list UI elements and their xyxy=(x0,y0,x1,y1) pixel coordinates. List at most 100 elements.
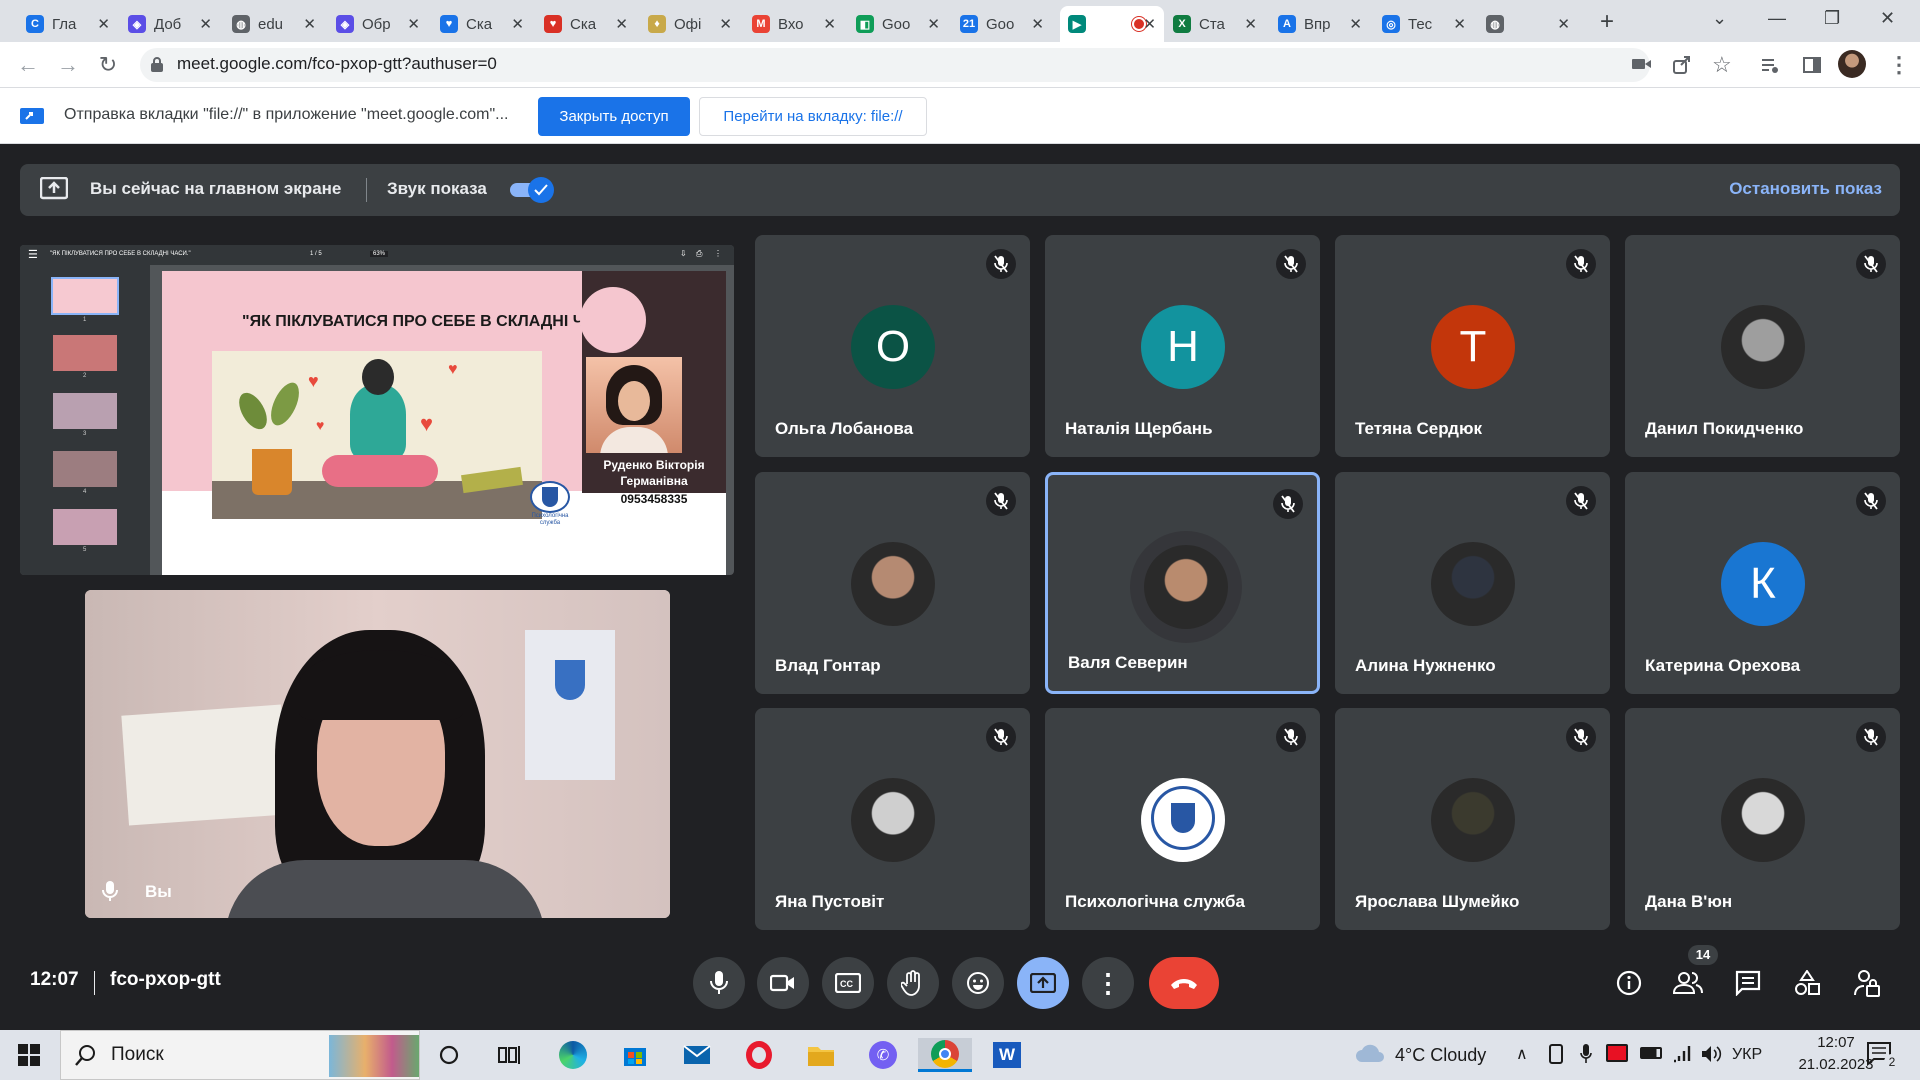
viber-icon[interactable]: ✆ xyxy=(866,1038,900,1072)
download-icon[interactable]: ⇩ xyxy=(680,249,687,258)
switch-tab-button[interactable]: Перейти на вкладку: file:// xyxy=(699,97,927,136)
tab-close-icon[interactable]: ✕ xyxy=(303,15,316,33)
tab-close-icon[interactable]: ✕ xyxy=(97,15,110,33)
participant-tile[interactable]: О Ольга Лобанова xyxy=(755,235,1030,457)
participant-tile[interactable]: Валя Северин xyxy=(1045,472,1320,694)
tab-close-icon[interactable]: ✕ xyxy=(511,15,524,33)
meeting-info-button[interactable] xyxy=(1611,965,1647,1001)
tab-close-icon[interactable]: ✕ xyxy=(407,15,420,33)
weather-text[interactable]: 4°C Cloudy xyxy=(1395,1045,1486,1066)
forward-icon[interactable]: → xyxy=(54,52,82,80)
chat-button[interactable] xyxy=(1730,965,1766,1001)
browser-tab[interactable]: C Гла ✕ xyxy=(18,6,118,42)
participant-tile[interactable]: Алина Нужненко xyxy=(1335,472,1610,694)
captions-button[interactable]: CC xyxy=(822,957,874,1009)
host-controls-button[interactable] xyxy=(1849,965,1885,1001)
media-control-icon[interactable] xyxy=(1760,55,1780,75)
menu-icon[interactable]: ⋮ xyxy=(1888,52,1910,78)
volume-icon[interactable] xyxy=(1700,1043,1722,1065)
maximize-icon[interactable]: ❐ xyxy=(1824,8,1840,29)
tab-close-icon[interactable]: ✕ xyxy=(823,15,836,33)
microphone-tray-icon[interactable] xyxy=(1580,1043,1592,1065)
browser-tab[interactable]: ♥ Ска ✕ xyxy=(432,6,532,42)
print-icon[interactable]: ⎙ xyxy=(696,249,702,259)
more-icon[interactable]: ⋮ xyxy=(714,249,722,258)
word-icon[interactable]: W xyxy=(990,1038,1024,1072)
minimize-icon[interactable]: — xyxy=(1768,8,1786,29)
hamburger-icon[interactable]: ☰ xyxy=(28,248,38,261)
thumb[interactable] xyxy=(53,393,117,429)
cortana-icon[interactable] xyxy=(432,1038,466,1072)
browser-tab[interactable]: ♦ Офі ✕ xyxy=(640,6,740,42)
lock-icon[interactable] xyxy=(150,56,164,72)
tab-search-icon[interactable]: ⌄ xyxy=(1712,8,1727,29)
participant-tile[interactable]: Дана В'юн xyxy=(1625,708,1900,930)
wifi-icon[interactable] xyxy=(1672,1042,1694,1064)
present-button[interactable] xyxy=(1017,957,1069,1009)
mail-icon[interactable] xyxy=(680,1038,714,1072)
weather-icon[interactable] xyxy=(1354,1044,1386,1064)
reload-icon[interactable]: ↻ xyxy=(94,52,122,80)
tab-close-icon[interactable]: ✕ xyxy=(927,15,940,33)
participant-tile[interactable]: Влад Гонтар xyxy=(755,472,1030,694)
stop-access-button[interactable]: Закрыть доступ xyxy=(538,97,690,136)
participant-tile[interactable]: Т Тетяна Сердюк xyxy=(1335,235,1610,457)
tab-close-icon[interactable]: ✕ xyxy=(615,15,628,33)
bookmark-star-icon[interactable]: ☆ xyxy=(1712,52,1732,78)
profile-avatar[interactable] xyxy=(1838,50,1866,78)
input-language[interactable]: УКР xyxy=(1732,1046,1762,1064)
screen-share-tray-icon[interactable] xyxy=(1606,1044,1628,1062)
camera-button[interactable] xyxy=(757,957,809,1009)
participant-tile[interactable]: Н Наталія Щербань xyxy=(1045,235,1320,457)
presentation-preview[interactable]: ☰ "ЯК ПІКЛУВАТИСЯ ПРО СЕБЕ В СКЛАДНІ ЧАС… xyxy=(20,245,734,575)
opera-icon[interactable] xyxy=(742,1038,776,1072)
more-options-button[interactable]: ⋮ xyxy=(1082,957,1134,1009)
raise-hand-button[interactable] xyxy=(887,957,939,1009)
leave-call-button[interactable] xyxy=(1149,957,1219,1009)
reactions-button[interactable] xyxy=(952,957,1004,1009)
activities-button[interactable] xyxy=(1789,965,1825,1001)
browser-tab[interactable]: ◧ Goo ✕ xyxy=(848,6,948,42)
battery-icon[interactable] xyxy=(1640,1047,1662,1059)
tray-chevron-icon[interactable]: ∧ xyxy=(1516,1044,1528,1064)
browser-tab[interactable]: ◍ edu ✕ xyxy=(224,6,324,42)
file-explorer-icon[interactable] xyxy=(804,1038,838,1072)
thumb[interactable] xyxy=(53,335,117,371)
browser-tab[interactable]: ◈ Доб ✕ xyxy=(120,6,220,42)
tab-close-icon[interactable]: ✕ xyxy=(1143,15,1156,33)
stop-presenting-button[interactable]: Остановить показ xyxy=(1729,179,1882,199)
tab-close-icon[interactable]: ✕ xyxy=(199,15,212,33)
browser-tab[interactable]: 21 Goo ✕ xyxy=(952,6,1052,42)
people-button[interactable] xyxy=(1670,965,1706,1001)
new-tab-icon[interactable]: + xyxy=(1600,8,1614,36)
tab-close-icon[interactable]: ✕ xyxy=(719,15,732,33)
self-view-video[interactable]: Вы xyxy=(85,590,670,918)
browser-tab[interactable]: ♥ Ска ✕ xyxy=(536,6,636,42)
device-icon[interactable] xyxy=(1549,1044,1563,1064)
camera-icon[interactable] xyxy=(1632,56,1652,74)
sound-toggle[interactable] xyxy=(510,177,556,203)
thumb[interactable] xyxy=(51,277,119,315)
start-button[interactable] xyxy=(12,1038,46,1072)
task-view-icon[interactable] xyxy=(492,1038,526,1072)
participant-tile[interactable]: К Катерина Орехова xyxy=(1625,472,1900,694)
browser-tab-active[interactable]: ▶ ✕ xyxy=(1060,6,1164,42)
tab-close-icon[interactable]: ✕ xyxy=(1349,15,1362,33)
chrome-icon[interactable] xyxy=(918,1038,972,1072)
participant-tile[interactable]: Яна Пустовіт xyxy=(755,708,1030,930)
thumb[interactable] xyxy=(53,451,117,487)
browser-tab[interactable]: M Вхо ✕ xyxy=(744,6,844,42)
share-icon[interactable] xyxy=(1672,55,1692,75)
tab-close-icon[interactable]: ✕ xyxy=(1031,15,1044,33)
microsoft-store-icon[interactable] xyxy=(618,1038,652,1072)
taskbar-search-box[interactable]: Поиск xyxy=(60,1030,420,1080)
tab-close-icon[interactable]: ✕ xyxy=(1244,15,1257,33)
thumb[interactable] xyxy=(53,509,117,545)
participant-tile[interactable]: Психологічна служба xyxy=(1045,708,1320,930)
back-icon[interactable]: ← xyxy=(14,52,42,80)
participant-tile[interactable]: Ярослава Шумейко xyxy=(1335,708,1610,930)
microphone-button[interactable] xyxy=(693,957,745,1009)
close-window-icon[interactable]: ✕ xyxy=(1880,8,1895,29)
tab-close-icon[interactable]: ✕ xyxy=(1557,15,1570,33)
browser-tab[interactable]: ◎ Тес ✕ xyxy=(1374,6,1474,42)
